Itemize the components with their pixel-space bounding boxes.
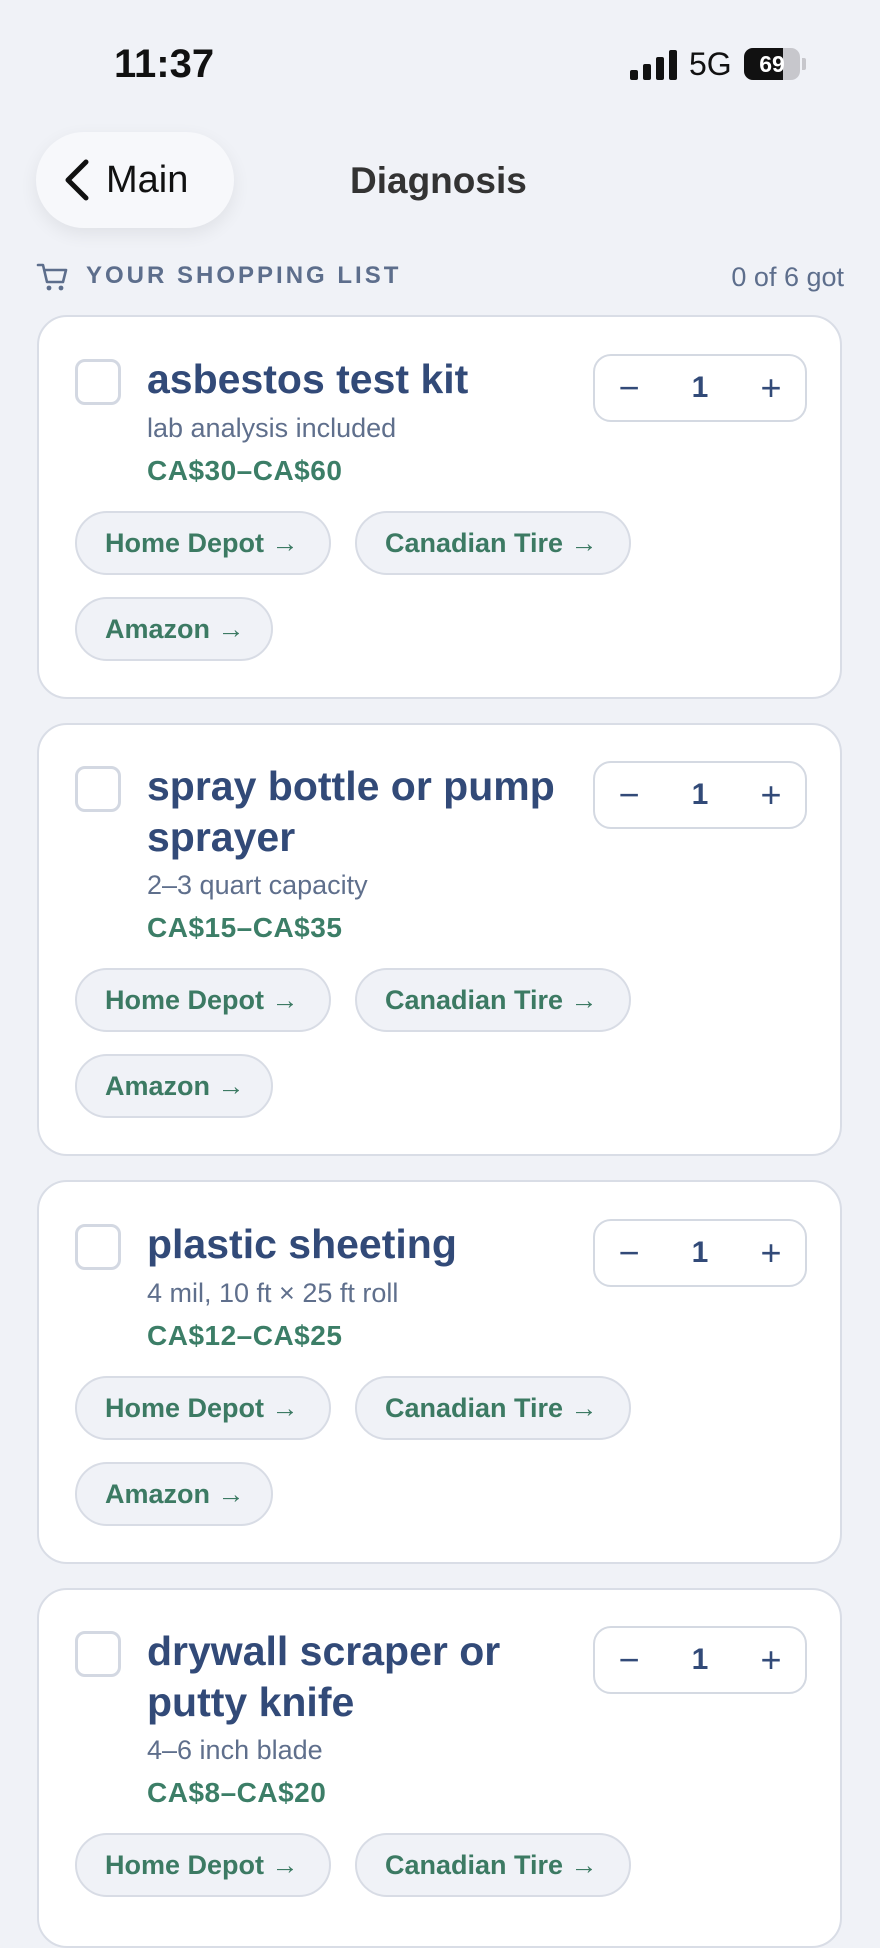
- item-checkbox[interactable]: [75, 1224, 121, 1270]
- shopping-list-header: YOUR SHOPPING LIST 0 of 6 got: [36, 258, 844, 298]
- quantity-stepper: − 1 +: [593, 354, 807, 422]
- shopping-item-card: asbestos test kit lab analysis included …: [37, 315, 842, 699]
- store-link-home-depot[interactable]: Home Depot →: [75, 1376, 331, 1440]
- item-name: plastic sheeting: [147, 1221, 457, 1267]
- store-link-amazon[interactable]: Amazon →: [75, 1462, 273, 1526]
- increase-quantity-button[interactable]: +: [737, 1628, 805, 1692]
- item-price: CA$8–CA$20: [147, 1777, 327, 1808]
- item-name: spray bottle or pump sprayer: [147, 763, 555, 860]
- chevron-left-icon: [65, 159, 89, 201]
- store-link-home-depot[interactable]: Home Depot →: [75, 1833, 331, 1897]
- store-link-canadian-tire[interactable]: Canadian Tire →: [355, 968, 631, 1032]
- item-checkbox[interactable]: [75, 766, 121, 812]
- quantity-stepper: − 1 +: [593, 1626, 807, 1694]
- store-link-amazon[interactable]: Amazon →: [75, 597, 273, 661]
- increase-quantity-button[interactable]: +: [737, 763, 805, 827]
- store-link-canadian-tire[interactable]: Canadian Tire →: [355, 1376, 631, 1440]
- quantity-stepper: − 1 +: [593, 1219, 807, 1287]
- decrease-quantity-button[interactable]: −: [595, 1221, 663, 1285]
- battery-icon: 69: [744, 48, 806, 80]
- cellular-signal-icon: [630, 50, 677, 80]
- store-link-home-depot[interactable]: Home Depot →: [75, 968, 331, 1032]
- item-note: 4–6 inch blade: [147, 1735, 323, 1765]
- store-link-canadian-tire[interactable]: Canadian Tire →: [355, 1833, 631, 1897]
- status-time: 11:37: [114, 42, 215, 86]
- quantity-value: 1: [691, 1643, 709, 1676]
- quantity-value: 1: [691, 778, 709, 811]
- back-button-label: Main: [106, 158, 189, 201]
- page-title: Diagnosis: [350, 160, 527, 201]
- quantity-value: 1: [691, 1236, 709, 1269]
- item-note: lab analysis included: [147, 413, 397, 443]
- network-type: 5G: [689, 46, 732, 82]
- increase-quantity-button[interactable]: +: [737, 356, 805, 420]
- items-got-count: 0 of 6 got: [731, 262, 844, 292]
- status-bar: 11:37 5G 69: [0, 0, 880, 110]
- shopping-item-card: spray bottle or pump sprayer 2–3 quart c…: [37, 723, 842, 1156]
- item-price: CA$15–CA$35: [147, 912, 343, 943]
- quantity-value: 1: [691, 371, 709, 404]
- item-price: CA$12–CA$25: [147, 1320, 343, 1351]
- shopping-list-label: YOUR SHOPPING LIST: [86, 262, 402, 289]
- shopping-item-card: plastic sheeting 4 mil, 10 ft × 25 ft ro…: [37, 1180, 842, 1564]
- shopping-item-card: drywall scraper or putty knife 4–6 inch …: [37, 1588, 842, 1948]
- decrease-quantity-button[interactable]: −: [595, 763, 663, 827]
- item-name: drywall scraper or putty knife: [147, 1628, 501, 1725]
- decrease-quantity-button[interactable]: −: [595, 1628, 663, 1692]
- battery-percent: 69: [759, 51, 785, 77]
- item-checkbox[interactable]: [75, 359, 121, 405]
- item-note: 2–3 quart capacity: [147, 870, 368, 900]
- store-link-amazon[interactable]: Amazon →: [75, 1054, 273, 1118]
- increase-quantity-button[interactable]: +: [737, 1221, 805, 1285]
- store-link-home-depot[interactable]: Home Depot →: [75, 511, 331, 575]
- item-note: 4 mil, 10 ft × 25 ft roll: [147, 1278, 399, 1308]
- store-link-canadian-tire[interactable]: Canadian Tire →: [355, 511, 631, 575]
- item-name: asbestos test kit: [147, 356, 469, 402]
- item-checkbox[interactable]: [75, 1631, 121, 1677]
- shopping-cart-icon: [36, 263, 68, 291]
- back-button[interactable]: Main: [36, 132, 234, 228]
- item-price: CA$30–CA$60: [147, 455, 343, 486]
- decrease-quantity-button[interactable]: −: [595, 356, 663, 420]
- quantity-stepper: − 1 +: [593, 761, 807, 829]
